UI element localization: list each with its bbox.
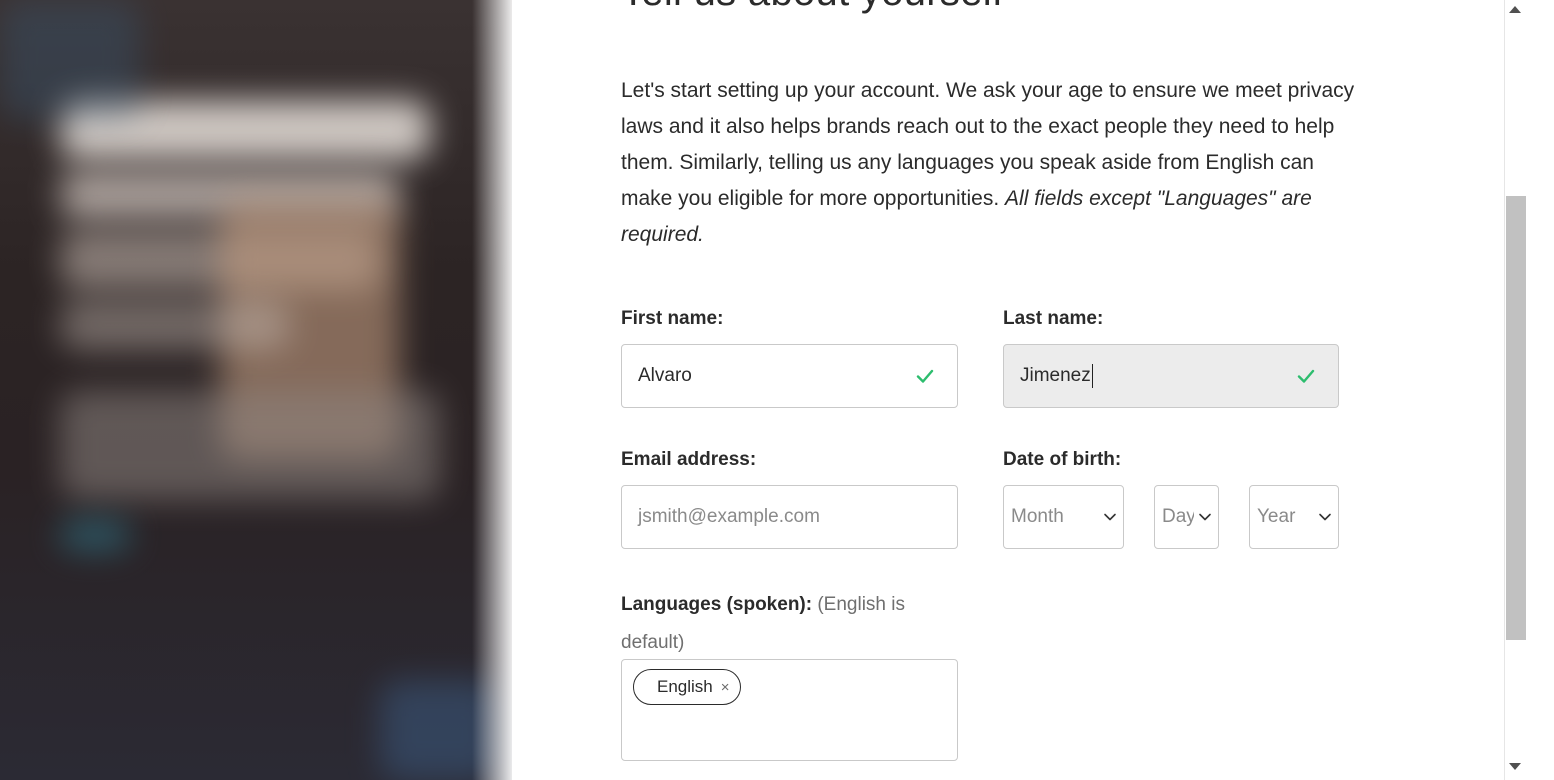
dob-month-select[interactable]: Month	[1003, 485, 1124, 549]
remove-tag-icon[interactable]: ×	[721, 679, 730, 696]
dob-month-value: Month	[1011, 506, 1064, 527]
photo-blur-shape	[0, 0, 140, 120]
chevron-down-icon	[1104, 513, 1116, 521]
check-icon	[916, 369, 934, 383]
hero-photo	[0, 0, 512, 780]
page-scrollbar[interactable]	[1504, 0, 1554, 780]
chevron-down-icon	[1319, 513, 1331, 521]
intro-text: Let's start setting up your account. We …	[621, 73, 1361, 253]
email-field[interactable]: jsmith@example.com	[621, 485, 958, 549]
scrollbar-divider	[1504, 0, 1505, 780]
text-cursor	[1091, 364, 1093, 388]
last-name-field[interactable]: Jimenez	[1003, 344, 1339, 408]
photo-blur-shape	[60, 520, 130, 550]
first-name-field[interactable]: Alvaro	[621, 344, 958, 408]
dob-year-value: Year	[1257, 506, 1296, 527]
languages-input[interactable]: English ×	[621, 659, 958, 761]
dob-day-select[interactable]: Day	[1154, 485, 1219, 549]
language-tag-label: English	[657, 677, 713, 696]
email-placeholder: jsmith@example.com	[638, 506, 820, 527]
languages-label: Languages (spoken): (English is default)	[621, 586, 961, 662]
last-name-value: Jimenez	[1020, 364, 1093, 388]
dob-day-value: Day	[1162, 506, 1194, 527]
dob-label: Date of birth:	[1003, 449, 1122, 470]
scrollbar-thumb[interactable]	[1506, 196, 1526, 640]
photo-blur-shape	[60, 390, 440, 500]
photo-blur-shape	[60, 300, 290, 350]
email-label: Email address:	[621, 449, 757, 470]
scroll-up-icon[interactable]	[1509, 6, 1521, 13]
photo-fade-edge	[472, 0, 512, 780]
dob-year-select[interactable]: Year	[1249, 485, 1339, 549]
chevron-down-icon	[1199, 513, 1211, 521]
scroll-down-icon[interactable]	[1509, 763, 1521, 770]
last-name-label: Last name:	[1003, 308, 1104, 329]
page-title: Tell us about yourself	[621, 0, 1003, 15]
first-name-value: Alvaro	[638, 365, 692, 386]
first-name-label: First name:	[621, 308, 724, 329]
language-tag-english: English ×	[633, 669, 741, 705]
check-icon	[1297, 369, 1315, 383]
languages-label-text: Languages (spoken):	[621, 594, 813, 615]
